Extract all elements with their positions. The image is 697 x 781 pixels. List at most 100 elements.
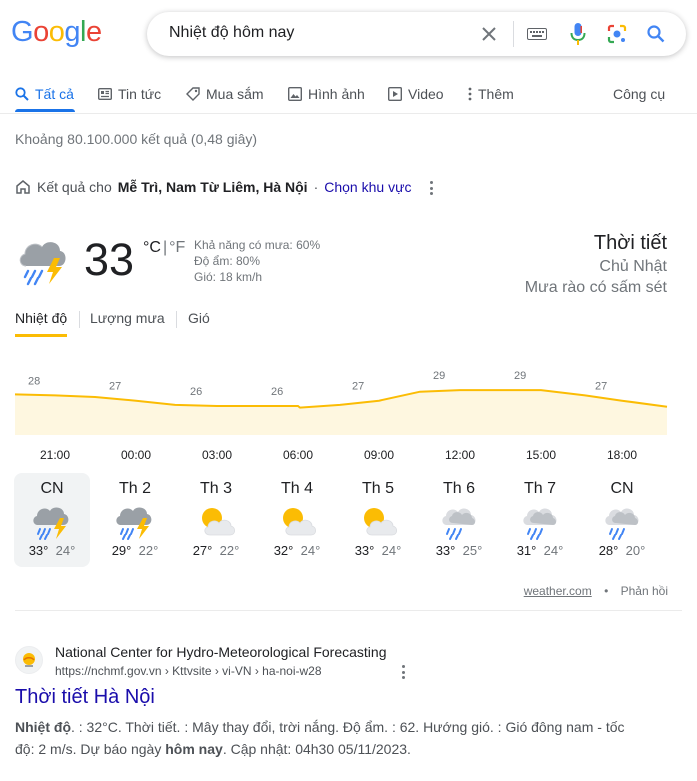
day-name: Th 2 bbox=[118, 480, 151, 497]
result-url[interactable]: https://nchmf.gov.vn › Kttvsite › vi-VN … bbox=[55, 664, 322, 678]
time-tick-label: 06:00 bbox=[283, 448, 313, 462]
temperature-data-label: 27 bbox=[109, 381, 121, 393]
day-forecast-item[interactable]: Th 6 33° 25° bbox=[421, 473, 497, 567]
day-low: 22° bbox=[138, 543, 159, 558]
search-input[interactable]: Nhiệt độ hôm nay bbox=[169, 24, 294, 42]
image-icon bbox=[288, 87, 302, 101]
tab-news[interactable]: Tin tức bbox=[98, 86, 161, 102]
tabs-divider bbox=[0, 113, 697, 114]
logo-letter: o bbox=[48, 16, 65, 48]
temperature-data-label: 29 bbox=[514, 370, 526, 382]
tab-shopping[interactable]: Mua sắm bbox=[186, 86, 264, 102]
day-high: 31° bbox=[516, 543, 537, 558]
day-low: 20° bbox=[625, 543, 646, 558]
result-title-link[interactable]: Thời tiết Hà Nội bbox=[15, 686, 155, 709]
day-high: 29° bbox=[111, 543, 132, 558]
tab-precipitation[interactable]: Lượng mưa bbox=[90, 310, 165, 326]
precipitation-chance: Khả năng có mưa: 60% bbox=[194, 238, 321, 252]
tab-images[interactable]: Hình ảnh bbox=[288, 86, 365, 102]
celsius-button[interactable]: °C bbox=[143, 239, 161, 256]
weather-source-link[interactable]: weather.com bbox=[524, 584, 592, 598]
weather-title: Thời tiết bbox=[593, 232, 667, 254]
day-temperature: 32° 24° bbox=[259, 543, 335, 558]
thunderstorm-icon bbox=[97, 499, 173, 543]
tools-button[interactable]: Công cụ bbox=[613, 86, 665, 102]
current-temperature: 33 bbox=[84, 234, 135, 285]
tab-wind[interactable]: Gió bbox=[188, 310, 210, 326]
keyboard-icon[interactable] bbox=[526, 23, 548, 45]
tab-video[interactable]: Video bbox=[388, 86, 444, 102]
tab-all[interactable]: Tất cả bbox=[15, 86, 74, 102]
time-tick-label: 09:00 bbox=[364, 448, 394, 462]
day-forecast-item[interactable]: CN 33° 24° bbox=[14, 473, 90, 567]
day-high: 33° bbox=[435, 543, 456, 558]
google-logo[interactable]: Google bbox=[11, 16, 102, 49]
tag-icon bbox=[186, 87, 200, 101]
day-temperature: 33° 25° bbox=[421, 543, 497, 558]
logo-letter: G bbox=[11, 16, 34, 48]
location-menu-icon[interactable] bbox=[426, 180, 436, 196]
humidity: Độ ẩm: 80% bbox=[194, 254, 261, 268]
temperature-data-label: 28 bbox=[28, 375, 40, 387]
time-tick-label: 03:00 bbox=[202, 448, 232, 462]
mic-icon[interactable] bbox=[567, 23, 589, 45]
temperature-data-label: 26 bbox=[190, 386, 202, 398]
day-name: Th 6 bbox=[442, 480, 475, 497]
site-favicon[interactable] bbox=[15, 646, 43, 674]
search-box[interactable]: Nhiệt độ hôm nay bbox=[147, 12, 686, 56]
temperature-data-label: 27 bbox=[352, 381, 364, 393]
wind-speed: Gió: 18 km/h bbox=[194, 270, 263, 284]
lens-icon[interactable] bbox=[606, 23, 628, 45]
feedback-link[interactable]: Phản hồi bbox=[621, 584, 668, 598]
day-temperature: 31° 24° bbox=[502, 543, 578, 558]
time-tick-label: 21:00 bbox=[40, 448, 70, 462]
time-tick-label: 15:00 bbox=[526, 448, 556, 462]
day-low: 22° bbox=[219, 543, 240, 558]
day-high: 33° bbox=[28, 543, 49, 558]
day-forecast-item[interactable]: Th 5 33° 24° bbox=[340, 473, 416, 567]
tab-label: Hình ảnh bbox=[308, 86, 365, 102]
day-low: 24° bbox=[300, 543, 321, 558]
fahrenheit-button[interactable]: °F bbox=[169, 239, 185, 256]
location-place: Mễ Trì, Nam Từ Liêm, Hà Nội bbox=[117, 179, 308, 195]
day-name: Th 5 bbox=[361, 480, 394, 497]
temperature-data-label: 26 bbox=[271, 386, 283, 398]
day-forecast-item[interactable]: Th 7 31° 24° bbox=[502, 473, 578, 567]
day-name: Th 7 bbox=[523, 480, 556, 497]
search-divider bbox=[513, 21, 514, 47]
result-menu-icon[interactable] bbox=[398, 664, 408, 680]
result-snippet: Nhiệt độ. : 32°C. Thời tiết. : Mây thay … bbox=[15, 716, 625, 760]
weather-tab-divider bbox=[176, 311, 177, 328]
day-name: CN bbox=[610, 480, 634, 497]
tab-more[interactable]: Thêm bbox=[468, 86, 514, 102]
day-temperature: 27° 22° bbox=[178, 543, 254, 558]
snippet-text: . Cập nhật: 04h30 05/11/2023. bbox=[222, 741, 411, 757]
day-temperature: 33° 24° bbox=[340, 543, 416, 558]
logo-letter: e bbox=[85, 16, 102, 48]
clear-icon[interactable] bbox=[478, 23, 500, 45]
tools-label: Công cụ bbox=[613, 86, 666, 102]
rain-icon bbox=[584, 499, 660, 543]
day-high: 28° bbox=[598, 543, 619, 558]
day-forecast-item[interactable]: CN 28° 20° bbox=[584, 473, 660, 567]
partly-sunny-icon bbox=[259, 499, 335, 543]
tab-temperature[interactable]: Nhiệt độ bbox=[15, 310, 67, 326]
rain-icon bbox=[502, 499, 578, 543]
day-temperature: 29° 22° bbox=[97, 543, 173, 558]
temperature-data-label: 29 bbox=[433, 370, 445, 382]
day-forecast-item[interactable]: Th 2 29° 22° bbox=[97, 473, 173, 567]
day-low: 24° bbox=[381, 543, 402, 558]
news-icon bbox=[98, 88, 112, 100]
attribution-dot: • bbox=[604, 584, 609, 598]
location-bar: Kết quả cho Mễ Trì, Nam Từ Liêm, Hà Nội … bbox=[15, 179, 411, 195]
nchmf-logo-icon bbox=[23, 653, 35, 667]
day-forecast-item[interactable]: Th 3 27° 22° bbox=[178, 473, 254, 567]
location-prefix: Kết quả cho bbox=[37, 179, 112, 195]
day-temperature: 28° 20° bbox=[584, 543, 660, 558]
day-forecast-item[interactable]: Th 4 32° 24° bbox=[259, 473, 335, 567]
result-site-name[interactable]: National Center for Hydro-Meteorological… bbox=[55, 644, 386, 660]
weather-tab-divider bbox=[79, 311, 80, 328]
change-location-link[interactable]: Chọn khu vực bbox=[324, 179, 411, 195]
day-name: Th 4 bbox=[280, 480, 313, 497]
search-icon[interactable] bbox=[645, 23, 667, 45]
